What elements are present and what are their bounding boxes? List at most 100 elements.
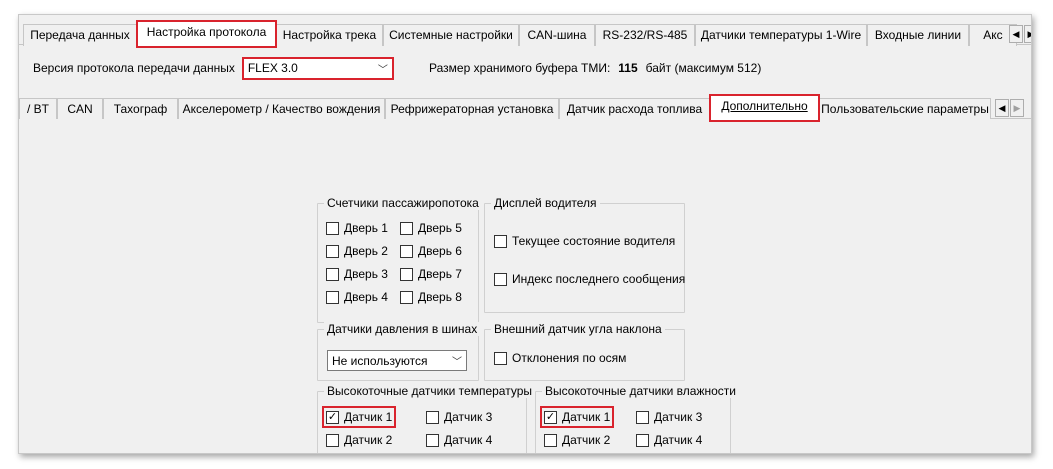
humidity-sensor-3-checkbox[interactable]: Датчик 3 <box>636 410 702 424</box>
protocol-version-label: Версия протокола передачи данных <box>33 61 235 75</box>
hp-humidity-title: Высокоточные датчики влажности <box>542 384 739 398</box>
humidity-sensor-3-label: Датчик 3 <box>654 410 703 424</box>
humidity-sensor-4-label: Датчик 4 <box>654 433 703 447</box>
passenger-counters-title: Счетчики пассажиропотока <box>324 196 482 210</box>
checkbox-icon[interactable] <box>326 290 339 304</box>
door-4-checkbox[interactable]: Дверь 4 <box>326 290 388 304</box>
last-message-index-label: Индекс последнего сообщения <box>512 272 686 286</box>
humidity-sensor-2-label: Датчик 2 <box>562 433 611 447</box>
checkbox-icon[interactable] <box>400 290 413 304</box>
tab-accelerometer[interactable]: Акселерометр / Качество вождения <box>178 98 385 120</box>
checkbox-checked-icon[interactable] <box>326 410 339 424</box>
temp-sensor-2-label: Датчик 2 <box>344 433 393 447</box>
tab-can[interactable]: CAN <box>57 98 103 120</box>
tab-track-settings[interactable]: Настройка трека <box>276 24 383 46</box>
tab-data-transfer[interactable]: Передача данных <box>23 24 137 46</box>
door-4-label: Дверь 4 <box>344 290 388 304</box>
tab-rs232[interactable]: RS-232/RS-485 <box>595 24 695 46</box>
checkbox-icon[interactable] <box>326 244 339 258</box>
checkbox-icon[interactable] <box>400 244 413 258</box>
checkbox-icon[interactable] <box>426 410 439 424</box>
tab-can-bus[interactable]: CAN-шина <box>519 24 595 46</box>
door-3-label: Дверь 3 <box>344 267 388 281</box>
tilt-sensor-group: Внешний датчик угла наклона Отклонения п… <box>484 322 685 381</box>
checkbox-icon[interactable] <box>636 433 649 447</box>
additional-panel: Счетчики пассажиропотока Дверь 1 Дверь 2… <box>19 119 1031 453</box>
checkbox-icon[interactable] <box>494 272 507 286</box>
checkbox-icon[interactable] <box>326 221 339 235</box>
driver-state-checkbox[interactable]: Текущее состояние водителя <box>494 234 675 248</box>
settings-window: Передача данных Настройка протокола Наст… <box>18 14 1032 454</box>
checkbox-icon[interactable] <box>400 221 413 235</box>
tab-user-params[interactable]: Пользовательские параметры <box>819 98 991 120</box>
tilt-sensor-title: Внешний датчик угла наклона <box>491 322 665 336</box>
chevron-down-icon: ﹀ <box>452 357 462 368</box>
door-8-checkbox[interactable]: Дверь 8 <box>400 290 462 304</box>
buffer-size-label: Размер хранимого буфера ТМИ: <box>429 61 611 75</box>
door-6-checkbox[interactable]: Дверь 6 <box>400 244 462 258</box>
door-1-checkbox[interactable]: Дверь 1 <box>326 221 388 235</box>
tab-additional[interactable]: Дополнительно <box>709 94 820 122</box>
tab-refrigerator[interactable]: Рефрижераторная установка <box>385 98 559 120</box>
protocol-version-select[interactable]: FLEX 3.0 ﹀ <box>241 56 394 80</box>
tire-pressure-select[interactable]: Не используются ﹀ <box>327 350 467 371</box>
door-6-label: Дверь 6 <box>418 244 462 258</box>
hp-temperature-title: Высокоточные датчики температуры <box>324 384 536 398</box>
protocol-version-value: FLEX 3.0 <box>247 61 298 75</box>
checkbox-icon[interactable] <box>326 433 339 447</box>
humidity-sensor-4-checkbox[interactable]: Датчик 4 <box>636 433 702 447</box>
door-5-checkbox[interactable]: Дверь 5 <box>400 221 462 235</box>
tab-1wire-temp[interactable]: Датчики температуры 1-Wire <box>695 24 867 46</box>
scroll-left-icon[interactable]: ◀ <box>1009 25 1023 43</box>
axis-deviation-checkbox[interactable]: Отклонения по осям <box>494 351 626 365</box>
driver-state-label: Текущее состояние водителя <box>512 234 676 248</box>
scroll-left-icon[interactable]: ◀ <box>995 99 1009 117</box>
axis-deviation-label: Отклонения по осям <box>512 351 627 365</box>
checkbox-icon[interactable] <box>426 433 439 447</box>
door-5-label: Дверь 5 <box>418 221 462 235</box>
last-message-index-checkbox[interactable]: Индекс последнего сообщения <box>494 272 685 286</box>
checkbox-checked-icon[interactable] <box>544 410 557 424</box>
inner-tab-strip: / BT CAN Тахограф Акселерометр / Качеств… <box>19 94 1031 122</box>
temp-sensor-4-label: Датчик 4 <box>444 433 493 447</box>
checkbox-icon[interactable] <box>494 234 507 248</box>
scroll-right-icon[interactable]: ▶ <box>1024 25 1031 43</box>
tire-pressure-group: Датчики давления в шинах Не используются… <box>317 322 481 381</box>
buffer-size-value: 115 <box>618 61 638 75</box>
chevron-down-icon: ﹀ <box>377 64 388 76</box>
tab-tachograph[interactable]: Тахограф <box>103 98 178 120</box>
tab-bt[interactable]: / BT <box>19 98 57 120</box>
door-7-checkbox[interactable]: Дверь 7 <box>400 267 462 281</box>
temp-sensor-3-label: Датчик 3 <box>444 410 493 424</box>
checkbox-icon[interactable] <box>326 267 339 281</box>
tire-pressure-title: Датчики давления в шинах <box>324 322 481 336</box>
door-8-label: Дверь 8 <box>418 290 462 304</box>
humidity-sensor-2-checkbox[interactable]: Датчик 2 <box>544 433 610 447</box>
temp-sensor-4-checkbox[interactable]: Датчик 4 <box>426 433 492 447</box>
passenger-counters-group: Счетчики пассажиропотока Дверь 1 Дверь 2… <box>317 196 482 323</box>
buffer-size-info: Размер хранимого буфера ТМИ: 115 байт (мак… <box>429 61 761 75</box>
tab-fuel-sensor[interactable]: Датчик расхода топлива <box>559 98 710 120</box>
tab-input-lines[interactable]: Входные линии <box>867 24 969 46</box>
checkbox-icon[interactable] <box>544 433 557 447</box>
door-1-label: Дверь 1 <box>344 221 388 235</box>
hp-humidity-group: Высокоточные датчики влажности Датчик 1 … <box>535 384 739 453</box>
temp-sensor-2-checkbox[interactable]: Датчик 2 <box>326 433 392 447</box>
driver-display-title: Дисплей водителя <box>491 196 600 210</box>
top-tab-strip: Передача данных Настройка протокола Наст… <box>19 20 1031 48</box>
door-3-checkbox[interactable]: Дверь 3 <box>326 267 388 281</box>
temp-sensor-3-checkbox[interactable]: Датчик 3 <box>426 410 492 424</box>
tire-pressure-value: Не используются <box>332 353 428 368</box>
door-2-checkbox[interactable]: Дверь 2 <box>326 244 388 258</box>
tab-system-settings[interactable]: Системные настройки <box>383 24 519 46</box>
driver-display-group: Дисплей водителя Текущее состояние водит… <box>484 196 685 313</box>
checkbox-icon[interactable] <box>400 267 413 281</box>
temp-sensor-1-label: Датчик 1 <box>344 410 393 424</box>
checkbox-icon[interactable] <box>636 410 649 424</box>
humidity-sensor-1-checkbox[interactable]: Датчик 1 <box>539 406 615 428</box>
scroll-right-icon[interactable]: ▶ <box>1010 99 1024 117</box>
humidity-sensor-1-label: Датчик 1 <box>562 410 611 424</box>
temp-sensor-1-checkbox[interactable]: Датчик 1 <box>321 406 397 428</box>
tab-protocol-settings[interactable]: Настройка протокола <box>136 20 277 48</box>
checkbox-icon[interactable] <box>494 351 507 365</box>
